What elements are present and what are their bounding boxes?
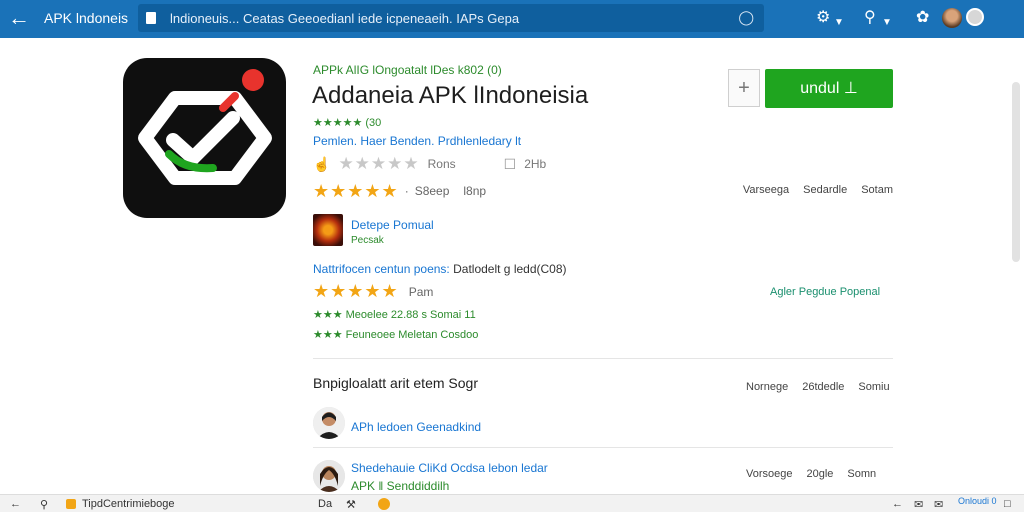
tool-icon[interactable]: ⚒ [346, 498, 356, 511]
chevron-down-icon[interactable]: ▼ [882, 13, 892, 33]
report-link[interactable]: Agler Pegdue Popenal [770, 286, 880, 298]
avatar[interactable] [942, 8, 962, 28]
search-icon[interactable]: ⚲ [40, 498, 48, 511]
stats-row: ★★★★★ · S8eep l8np Varseega Sedardle Sot… [313, 180, 893, 202]
developer-link[interactable]: Pemlen. Haer Benden. Prdhlenledary lt [313, 134, 521, 148]
address-bar[interactable]: lndioneuis... Ceatas Geeoedianl iede icp… [138, 4, 764, 32]
start-icon[interactable]: ← [10, 498, 21, 510]
reviewer-avatar[interactable] [313, 460, 345, 492]
separator: · [404, 184, 409, 198]
stat-a: S8eep [414, 184, 450, 198]
divider [313, 358, 893, 359]
section-meta: Nornege 26tdedle Somiu [746, 381, 890, 393]
address-text: lndioneuis... Ceatas Geeoedianl iede icp… [170, 11, 520, 26]
account-icon[interactable] [966, 8, 984, 26]
meta-b: 20gle [806, 468, 834, 480]
rating-stars: ★★★★★ [313, 180, 399, 201]
meta-columns: Varseega Sedardle Sotam [743, 184, 893, 196]
reviewer-name[interactable]: APh ledoen Geenadkind [351, 420, 481, 434]
rating-row-2: ★★★★★ Pam [313, 281, 433, 302]
meta-size: Sedardle [803, 184, 848, 196]
reviewer-sub: APK ‖ Senddiddilh [351, 479, 450, 493]
bookmark-icon[interactable]: ◯ [738, 9, 754, 26]
add-button[interactable]: + [728, 69, 760, 107]
stat-line-b: ★★★ Feuneoee Meletan Cosdoo [313, 329, 479, 341]
thumbs-up-icon[interactable]: ☝ [313, 156, 330, 173]
info-line: Nattrifocen centun poens: Datlodelt g le… [313, 262, 567, 276]
app-icon[interactable] [378, 498, 390, 510]
review-meta: Vorsoege 20gle Somn [746, 468, 876, 480]
meta-version: Varseega [742, 184, 790, 196]
section-title: Bnpigloalatt arit etem Sogr [313, 375, 478, 391]
info-label: Nattrifocen centun poens: [313, 262, 450, 276]
window-icon[interactable]: □ [1004, 498, 1011, 510]
rate-stars[interactable]: ★★★★★ [338, 154, 419, 174]
rate-label: Rons [427, 157, 456, 171]
rating-label: Pam [408, 284, 434, 299]
page-title: Addaneia APK lIndoneisia [312, 82, 589, 109]
clock: Onloudi 0 [958, 496, 997, 506]
taskbar-item[interactable]: Da [318, 498, 332, 510]
meta-status: Sotam [861, 184, 893, 196]
mail-icon[interactable]: ✉ [914, 498, 923, 511]
rating-summary: ★★★★★ (30 [313, 117, 382, 129]
rate-row: ☝ ★★★★★ Rons ☐ 2Hb [313, 154, 546, 174]
meta-b: 26tdedle [802, 381, 845, 393]
share-icon[interactable]: ☐ [504, 156, 517, 173]
meta-c: Somiu [858, 381, 890, 393]
meta-a: Nornege [746, 381, 789, 393]
reviewer-avatar[interactable] [313, 407, 345, 439]
top-bar: ← APK lndoneis lndioneuis... Ceatas Geeo… [0, 0, 1024, 38]
rating-stars: ★★★★★ [313, 281, 399, 301]
developer-sub: Pecsak [351, 235, 384, 246]
developer-avatar[interactable] [313, 214, 343, 246]
install-button[interactable]: undul ⊥ [765, 69, 893, 108]
chat-icon[interactable]: ✉ [934, 498, 943, 511]
count-label: 2Hb [524, 157, 547, 171]
reviewer-name[interactable]: Shedehauie CliKd Ocdsa lebon ledar [351, 461, 548, 475]
divider [313, 447, 893, 448]
meta-c: Somn [847, 468, 877, 480]
app-icon[interactable] [66, 499, 76, 509]
meta-a: Vorsoege [746, 468, 793, 480]
search-icon[interactable]: ⚲ [864, 8, 876, 28]
scrollbar[interactable] [1012, 82, 1020, 262]
arrow-left-icon[interactable]: ← [8, 7, 32, 31]
breadcrumb[interactable]: APPk AlIG lOngoatalt lDes k802 (0) [313, 63, 502, 77]
stat-b: l8np [463, 184, 487, 198]
main-content: APPk AlIG lOngoatalt lDes k802 (0) Addan… [0, 38, 1024, 494]
app-logo [123, 58, 286, 218]
chevron-down-icon[interactable]: ▼ [834, 13, 844, 33]
back-icon[interactable]: ← [892, 498, 903, 510]
taskbar-label[interactable]: TipdCentrimieboge [82, 498, 175, 510]
info-value: Datlodelt g ledd(C08) [453, 262, 567, 276]
app-title: APK lndoneis [44, 10, 129, 26]
page-icon [146, 12, 156, 24]
settings-icon[interactable]: ✿ [916, 8, 929, 28]
developer-name[interactable]: Detepe Pomual [351, 218, 434, 232]
stat-line-a: ★★★ Meoelee 22.88 s Somai 11 [313, 309, 476, 321]
taskbar: ← ⚲ TipdCentrimieboge Da ⚒ ← ✉ ✉ Onloudi… [0, 494, 1024, 512]
android-icon[interactable]: ⚙ [816, 8, 830, 28]
